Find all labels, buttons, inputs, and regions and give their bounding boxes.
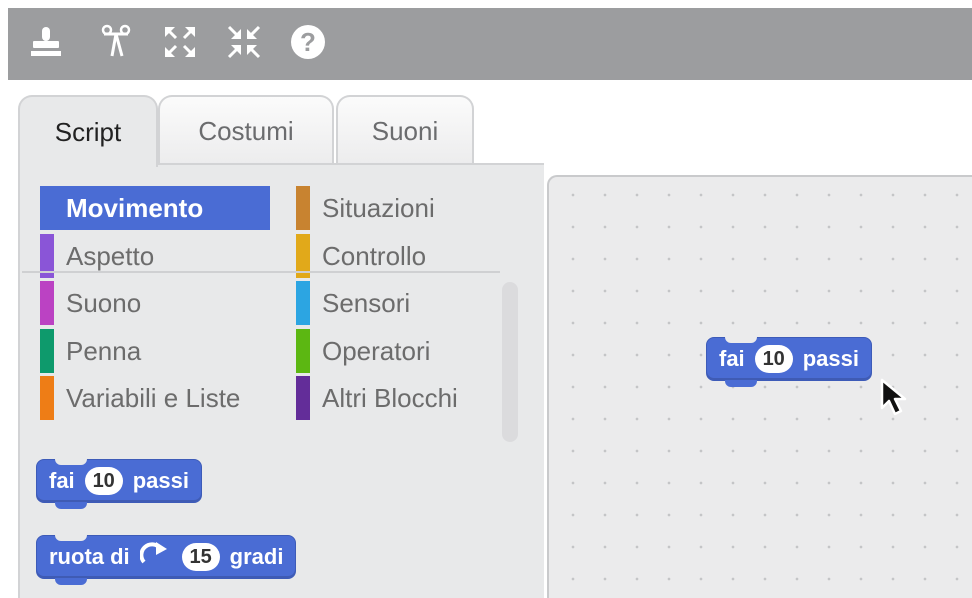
category-variabili-e-liste[interactable]: Variabili e Liste [40, 376, 240, 420]
category-sensori[interactable]: Sensori [296, 281, 410, 325]
category-label: Suono [66, 287, 142, 318]
turn-right-block[interactable]: ruota di 15 gradi [36, 535, 297, 585]
block-text: passi [802, 346, 859, 371]
category-operatori[interactable]: Operatori [296, 329, 430, 373]
block-text: gradi [229, 544, 284, 569]
help-icon[interactable]: ? [286, 20, 330, 64]
steps-input[interactable]: 10 [84, 467, 123, 495]
category-color-swatch [296, 329, 310, 373]
category-label: Variabili e Liste [66, 382, 241, 413]
category-label: Altri Blocchi [322, 382, 458, 413]
degrees-input[interactable]: 15 [181, 543, 220, 571]
category-label: Aspetto [66, 240, 155, 271]
category-color-swatch [296, 186, 310, 230]
tab-label: Costumi [198, 115, 294, 146]
category-label: Movimento [66, 192, 204, 223]
tab-script[interactable]: Script [18, 95, 158, 167]
palette-divider [22, 271, 500, 273]
move-steps-block-canvas[interactable]: fai 10 passi [706, 337, 872, 387]
category-color-swatch [40, 376, 54, 420]
palette-scrollbar[interactable] [502, 282, 518, 442]
shrink-icon[interactable] [222, 20, 266, 64]
category-suono[interactable]: Suono [40, 281, 141, 325]
block-text: ruota di [49, 544, 130, 569]
category-label: Operatori [322, 335, 431, 366]
tab-label: Script [54, 116, 122, 147]
category-altri-blocchi[interactable]: Altri Blocchi [296, 376, 458, 420]
category-label: Sensori [322, 287, 411, 318]
scissors-icon[interactable] [94, 20, 138, 64]
category-color-swatch [40, 281, 54, 325]
tab-suoni[interactable]: Suoni [336, 95, 474, 165]
category-color-swatch [40, 329, 54, 373]
mouse-cursor-icon [880, 378, 914, 421]
category-color-swatch [296, 281, 310, 325]
svg-text:?: ? [300, 27, 316, 57]
tab-costumi[interactable]: Costumi [158, 95, 334, 165]
toolbar: ? [8, 8, 972, 80]
category-penna[interactable]: Penna [40, 329, 141, 373]
category-label: Controllo [322, 240, 427, 271]
block-text: fai [49, 468, 75, 493]
category-label: Penna [66, 335, 142, 366]
category-movimento[interactable]: Movimento [40, 186, 270, 230]
grow-icon[interactable] [158, 20, 202, 64]
block-text: fai [719, 346, 745, 371]
block-text: passi [132, 468, 189, 493]
stamp-icon[interactable] [24, 20, 68, 64]
rotate-clockwise-icon [139, 542, 168, 572]
tab-label: Suoni [371, 115, 439, 146]
move-steps-block[interactable]: fai 10 passi [36, 459, 202, 509]
category-situazioni[interactable]: Situazioni [296, 186, 435, 230]
category-label: Situazioni [322, 192, 435, 223]
category-color-swatch [296, 376, 310, 420]
steps-input[interactable]: 10 [754, 345, 793, 373]
